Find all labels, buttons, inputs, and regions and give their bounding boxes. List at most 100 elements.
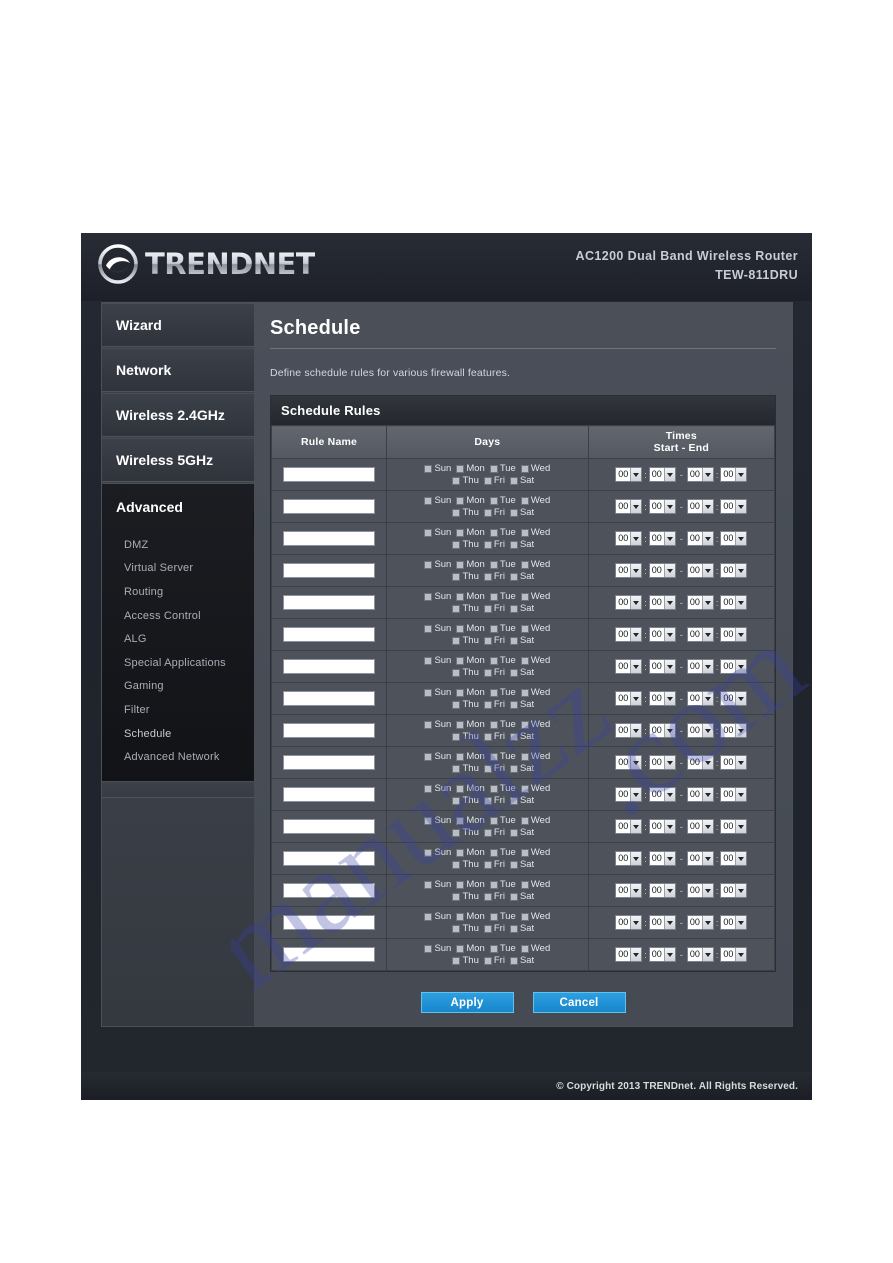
checkbox-icon[interactable] [424, 624, 433, 633]
checkbox-icon[interactable] [489, 912, 498, 921]
start-minute-select[interactable]: 00 [648, 787, 676, 802]
checkbox-icon[interactable] [424, 496, 433, 505]
rule-name-input[interactable] [283, 498, 376, 514]
checkbox-icon[interactable] [483, 956, 492, 965]
checkbox-icon[interactable] [483, 924, 492, 933]
checkbox-icon[interactable] [520, 848, 529, 857]
chevron-down-icon[interactable] [735, 692, 747, 705]
end-minute-select[interactable]: 00 [720, 467, 748, 482]
day-checkbox-mon[interactable]: Mon [456, 911, 485, 923]
start-hour-select[interactable]: 00 [615, 755, 643, 770]
checkbox-icon[interactable] [520, 816, 529, 825]
day-checkbox-sun[interactable]: Sun [424, 527, 451, 539]
chevron-down-icon[interactable] [663, 692, 675, 705]
chevron-down-icon[interactable] [735, 884, 747, 897]
checkbox-icon[interactable] [509, 892, 518, 901]
day-checkbox-wed[interactable]: Wed [520, 591, 550, 603]
day-checkbox-sun[interactable]: Sun [424, 911, 451, 923]
chevron-down-icon[interactable] [735, 660, 747, 673]
day-checkbox-fri[interactable]: Fri [483, 635, 505, 647]
day-checkbox-wed[interactable]: Wed [520, 687, 550, 699]
start-minute-select[interactable]: 00 [648, 915, 676, 930]
day-checkbox-sun[interactable]: Sun [424, 783, 451, 795]
chevron-down-icon[interactable] [701, 852, 713, 865]
chevron-down-icon[interactable] [630, 916, 642, 929]
checkbox-icon[interactable] [424, 848, 433, 857]
day-checkbox-thu[interactable]: Thu [452, 635, 479, 647]
chevron-down-icon[interactable] [630, 788, 642, 801]
day-checkbox-tue[interactable]: Tue [489, 559, 516, 571]
checkbox-icon[interactable] [424, 656, 433, 665]
day-checkbox-sat[interactable]: Sat [509, 571, 534, 583]
day-checkbox-mon[interactable]: Mon [456, 463, 485, 475]
checkbox-icon[interactable] [489, 496, 498, 505]
chevron-down-icon[interactable] [701, 692, 713, 705]
day-checkbox-tue[interactable]: Tue [489, 527, 516, 539]
day-checkbox-tue[interactable]: Tue [489, 655, 516, 667]
checkbox-icon[interactable] [452, 572, 461, 581]
checkbox-icon[interactable] [456, 880, 465, 889]
checkbox-icon[interactable] [509, 956, 518, 965]
day-checkbox-fri[interactable]: Fri [483, 667, 505, 679]
start-hour-select[interactable]: 00 [615, 819, 643, 834]
checkbox-icon[interactable] [424, 944, 433, 953]
checkbox-icon[interactable] [489, 848, 498, 857]
end-minute-select[interactable]: 00 [720, 627, 748, 642]
checkbox-icon[interactable] [452, 732, 461, 741]
checkbox-icon[interactable] [424, 816, 433, 825]
day-checkbox-wed[interactable]: Wed [520, 943, 550, 955]
chevron-down-icon[interactable] [701, 660, 713, 673]
checkbox-icon[interactable] [456, 464, 465, 473]
rule-name-input[interactable] [283, 690, 376, 706]
chevron-down-icon[interactable] [735, 532, 747, 545]
checkbox-icon[interactable] [424, 720, 433, 729]
checkbox-icon[interactable] [452, 700, 461, 709]
checkbox-icon[interactable] [424, 912, 433, 921]
checkbox-icon[interactable] [456, 720, 465, 729]
day-checkbox-fri[interactable]: Fri [483, 891, 505, 903]
day-checkbox-sat[interactable]: Sat [509, 507, 534, 519]
day-checkbox-sun[interactable]: Sun [424, 463, 451, 475]
start-minute-select[interactable]: 00 [648, 819, 676, 834]
day-checkbox-wed[interactable]: Wed [520, 783, 550, 795]
checkbox-icon[interactable] [489, 880, 498, 889]
chevron-down-icon[interactable] [701, 628, 713, 641]
chevron-down-icon[interactable] [701, 756, 713, 769]
checkbox-icon[interactable] [509, 508, 518, 517]
start-hour-select[interactable]: 00 [615, 467, 643, 482]
checkbox-icon[interactable] [509, 828, 518, 837]
day-checkbox-fri[interactable]: Fri [483, 475, 505, 487]
day-checkbox-tue[interactable]: Tue [489, 911, 516, 923]
sidebar-item-wireless-5ghz[interactable]: Wireless 5GHz [102, 438, 254, 483]
checkbox-icon[interactable] [509, 732, 518, 741]
checkbox-icon[interactable] [520, 720, 529, 729]
chevron-down-icon[interactable] [663, 500, 675, 513]
checkbox-icon[interactable] [483, 508, 492, 517]
chevron-down-icon[interactable] [663, 884, 675, 897]
day-checkbox-sun[interactable]: Sun [424, 879, 451, 891]
day-checkbox-thu[interactable]: Thu [452, 891, 479, 903]
rule-name-input[interactable] [283, 882, 376, 898]
day-checkbox-wed[interactable]: Wed [520, 847, 550, 859]
day-checkbox-sun[interactable]: Sun [424, 815, 451, 827]
day-checkbox-wed[interactable]: Wed [520, 527, 550, 539]
end-minute-select[interactable]: 00 [720, 755, 748, 770]
checkbox-icon[interactable] [520, 464, 529, 473]
day-checkbox-wed[interactable]: Wed [520, 655, 550, 667]
end-minute-select[interactable]: 00 [720, 691, 748, 706]
checkbox-icon[interactable] [489, 464, 498, 473]
day-checkbox-fri[interactable]: Fri [483, 859, 505, 871]
checkbox-icon[interactable] [483, 764, 492, 773]
chevron-down-icon[interactable] [663, 948, 675, 961]
chevron-down-icon[interactable] [663, 596, 675, 609]
start-minute-select[interactable]: 00 [648, 851, 676, 866]
checkbox-icon[interactable] [509, 604, 518, 613]
day-checkbox-tue[interactable]: Tue [489, 623, 516, 635]
end-hour-select[interactable]: 00 [686, 915, 714, 930]
checkbox-icon[interactable] [483, 892, 492, 901]
day-checkbox-thu[interactable]: Thu [452, 827, 479, 839]
day-checkbox-thu[interactable]: Thu [452, 731, 479, 743]
chevron-down-icon[interactable] [630, 532, 642, 545]
checkbox-icon[interactable] [456, 752, 465, 761]
rule-name-input[interactable] [283, 946, 376, 962]
